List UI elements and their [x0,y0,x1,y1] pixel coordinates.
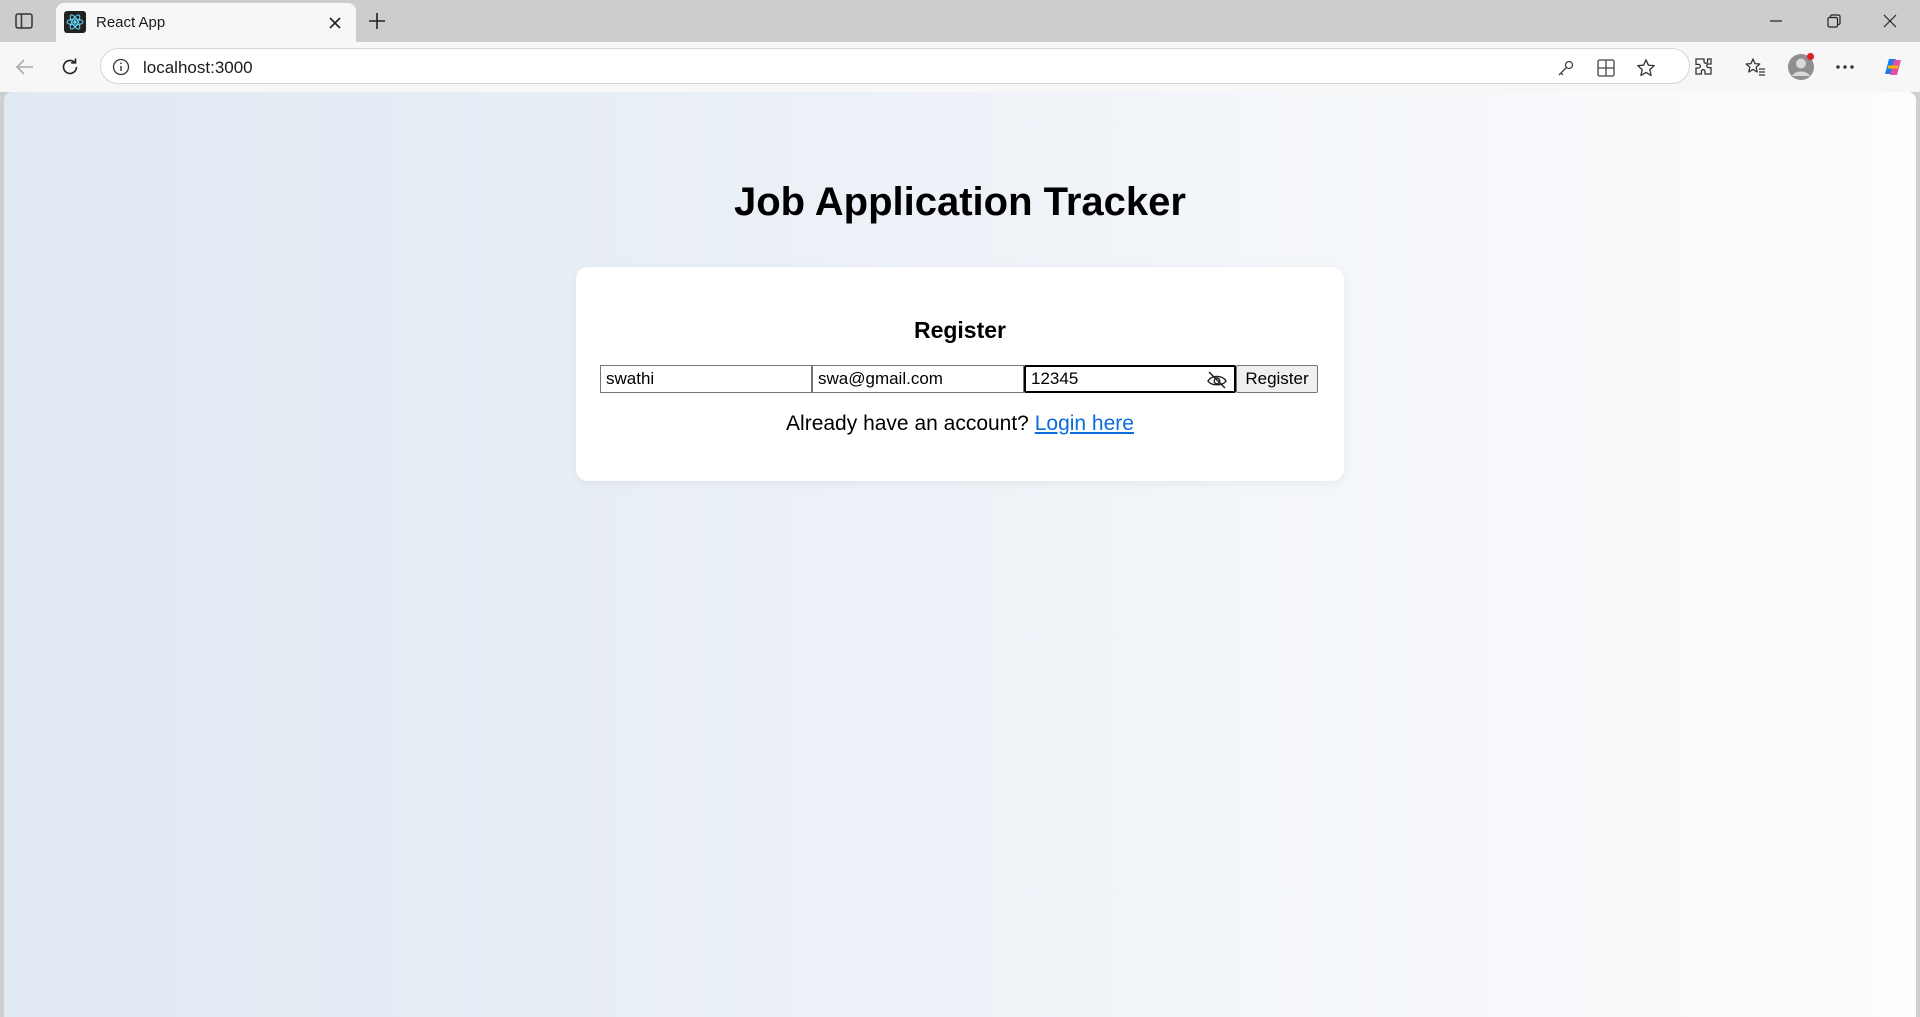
email-field[interactable]: swa@gmail.com [812,365,1024,393]
profile-icon[interactable] [1786,52,1816,82]
name-value: swathi [606,369,655,388]
app-grid-icon[interactable] [1595,57,1617,79]
browser-toolbar: localhost:3000 [0,42,1920,92]
login-prompt-line: Already have an account? Login here [576,412,1344,436]
key-icon[interactable] [1555,57,1577,79]
eye-off-icon[interactable] [1206,370,1228,390]
page-viewport: Job Application Tracker Register swathi … [4,92,1916,1017]
password-value: 12345 [1031,369,1079,388]
url-text[interactable]: localhost:3000 [143,58,253,78]
close-window-icon[interactable] [1876,8,1904,34]
login-link[interactable]: Login here [1035,412,1134,435]
register-form: swathi swa@gmail.com 12345 Register [600,365,1318,393]
tab-strip: React App [0,0,1920,42]
form-heading: Register [913,317,1007,343]
refresh-icon[interactable] [57,54,83,80]
minimize-icon[interactable] [1762,8,1790,34]
favorites-icon[interactable] [1742,54,1768,80]
info-icon[interactable] [111,57,131,77]
copilot-icon[interactable] [1880,54,1906,80]
close-icon[interactable] [324,12,346,34]
address-bar[interactable]: localhost:3000 [100,48,1690,84]
login-prompt: Already have an account? [786,412,1029,435]
restore-icon[interactable] [1820,8,1848,34]
page-title: Job Application Tracker [734,180,1186,224]
email-value: swa@gmail.com [818,369,943,388]
extensions-icon[interactable] [1691,54,1717,80]
register-card: Register swathi swa@gmail.com 12345 Regi… [576,267,1344,481]
password-field[interactable]: 12345 [1024,365,1236,393]
sidebar-toggle-icon[interactable] [12,9,36,33]
plus-icon[interactable] [364,8,390,34]
star-icon[interactable] [1635,57,1657,79]
back-icon[interactable] [12,54,38,80]
register-button[interactable]: Register [1236,365,1318,393]
browser-tab[interactable]: React App [56,3,356,42]
more-icon[interactable] [1832,54,1858,80]
name-field[interactable]: swathi [600,365,812,393]
tab-title: React App [96,14,166,31]
react-logo-icon [64,11,86,33]
